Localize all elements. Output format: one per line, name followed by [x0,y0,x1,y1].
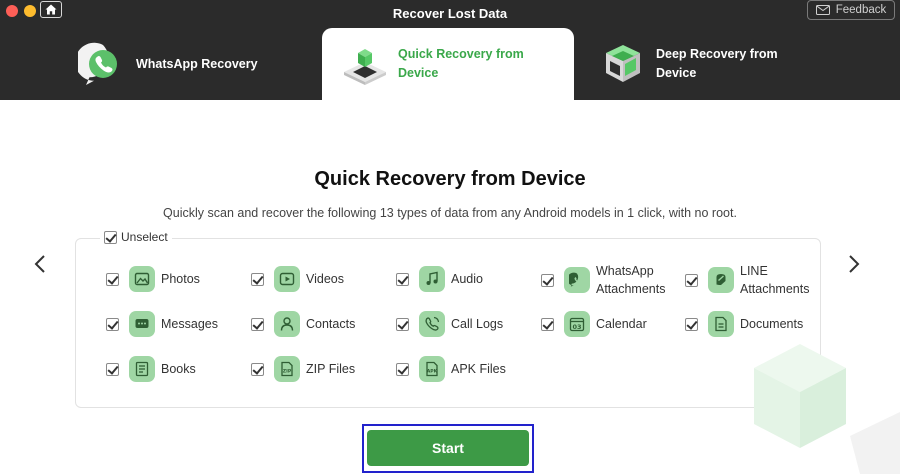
photos-icon [129,266,155,292]
data-type-label: Books [161,362,196,376]
zip-glyph: ZIP [283,369,292,375]
messages-icon [129,311,155,337]
start-button[interactable]: Start [367,430,529,466]
messages-checkbox[interactable] [106,317,119,331]
call-logs-icon [419,311,445,337]
data-type-contacts[interactable]: Contacts [251,311,355,337]
data-type-calendar[interactable]: 03 Calendar [541,311,647,337]
whatsapp-phone-icon [78,42,117,85]
line-attachments-checkbox[interactable] [685,273,698,287]
data-type-label: Documents [740,317,804,331]
calendar-checkbox[interactable] [541,317,554,331]
mail-icon [815,5,830,15]
data-type-audio[interactable]: Audio [396,266,483,292]
unselect-toggle[interactable]: Unselect [100,230,172,244]
zip-files-icon: ZIP [274,356,300,382]
data-type-documents[interactable]: Documents [685,311,803,337]
tab-deep-recovery[interactable]: Deep Recovery from Device [598,28,828,100]
zip-files-checkbox[interactable] [251,362,264,376]
tab-whatsapp-recovery[interactable]: WhatsApp Recovery [78,28,308,100]
data-type-photos[interactable]: Photos [106,266,200,292]
data-type-label: APK Files [451,362,506,376]
data-type-label: LINE Attachments [740,264,810,296]
documents-icon [708,311,734,337]
data-type-videos[interactable]: Videos [251,266,344,292]
books-checkbox[interactable] [106,362,119,376]
data-type-line-attachments[interactable]: LINE Attachments [685,262,816,298]
whatsapp-attachments-checkbox[interactable] [541,273,554,287]
deep-recovery-icon [606,45,640,82]
page-subtitle: Quickly scan and recover the following 1… [163,206,737,220]
call-logs-checkbox[interactable] [396,317,409,331]
chevron-left-icon [34,255,45,273]
data-type-label: Call Logs [451,317,504,331]
feedback-button[interactable]: Feedback [807,0,895,20]
data-type-label: Contacts [306,317,356,331]
photos-checkbox[interactable] [106,272,119,286]
cube-watermark-icon [754,344,900,474]
data-type-label: ZIP Files [306,362,356,376]
data-type-whatsapp-attachments[interactable]: WhatsApp Attachments [541,262,676,298]
data-type-call-logs[interactable]: Call Logs [396,311,503,337]
data-type-label: Photos [161,272,200,286]
title-bar: Recover Lost Data Feedback WhatsApp Reco… [0,0,900,100]
tab-label: Deep Recovery from Device [656,47,778,80]
tab-label: WhatsApp Recovery [136,56,258,71]
data-type-apk-files[interactable]: APK APK Files [396,356,506,382]
next-arrow-button[interactable] [845,252,863,276]
unselect-checkbox[interactable] [104,230,117,244]
tab-label: Quick Recovery from Device [398,47,524,80]
data-type-label: Calendar [596,317,647,331]
books-icon [129,356,155,382]
data-type-label: WhatsApp Attachments [596,264,666,296]
unselect-label: Unselect [121,230,168,244]
calendar-icon: 03 [564,311,590,337]
data-type-books[interactable]: Books [106,356,196,382]
data-type-messages[interactable]: Messages [106,311,218,337]
data-type-label: Audio [451,272,483,286]
tab-quick-recovery[interactable]: Quick Recovery from Device [322,28,574,100]
calendar-glyph: 03 [572,323,581,331]
window-title: Recover Lost Data [392,6,508,21]
apk-files-icon: APK [419,356,445,382]
data-type-zip-files[interactable]: ZIP ZIP Files [251,356,355,382]
apk-glyph: APK [427,369,438,375]
contacts-checkbox[interactable] [251,317,264,331]
videos-icon [274,266,300,292]
previous-arrow-button[interactable] [31,252,49,276]
documents-checkbox[interactable] [685,317,698,331]
data-type-label: Videos [306,272,344,286]
videos-checkbox[interactable] [251,272,264,286]
contacts-icon [274,311,300,337]
apk-files-checkbox[interactable] [396,362,409,376]
page-title: Quick Recovery from Device [314,168,586,190]
audio-icon [419,266,445,292]
chevron-right-icon [849,255,860,273]
quick-recovery-icon [344,49,386,85]
audio-checkbox[interactable] [396,272,409,286]
feedback-label: Feedback [835,4,887,16]
data-type-label: Messages [161,317,218,331]
whatsapp-icon [564,267,590,293]
line-icon [708,267,734,293]
